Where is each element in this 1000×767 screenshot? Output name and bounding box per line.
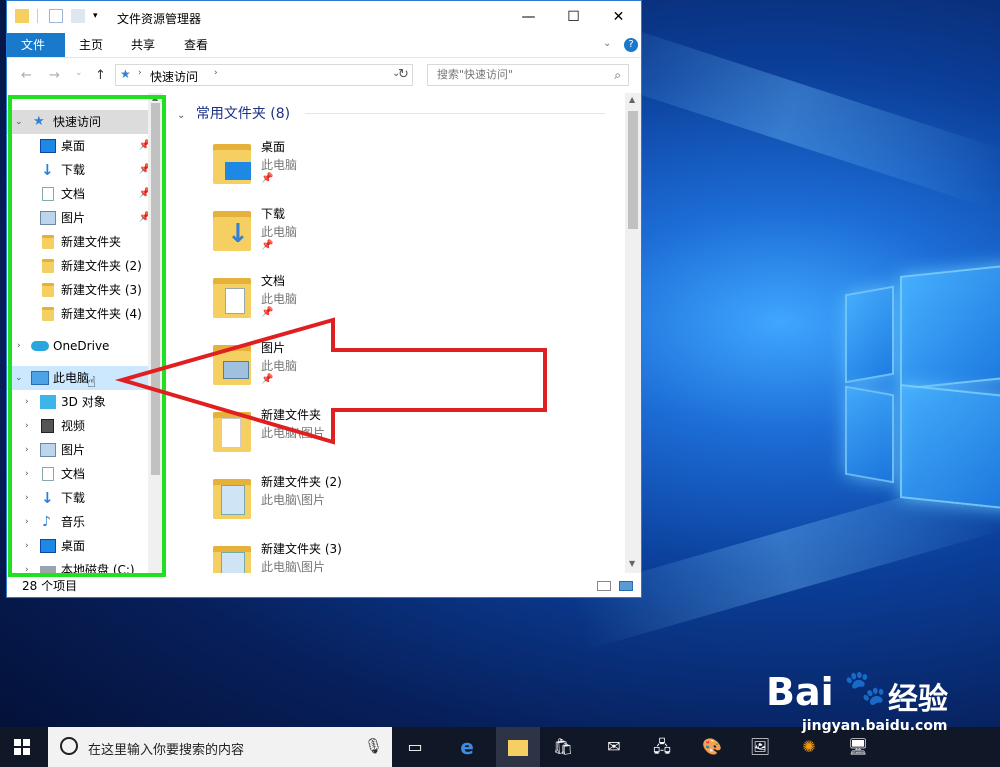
taskbar-search-text: 在这里输入你要搜索的内容: [88, 743, 245, 758]
game-icon[interactable]: ✺: [797, 735, 821, 759]
watermark-brand2: 经验: [888, 682, 948, 717]
windows-start-icon[interactable]: [14, 739, 30, 755]
mail-icon[interactable]: ✉: [602, 735, 626, 759]
watermark-brand: Bai: [766, 670, 834, 714]
cortana-circle-icon: [60, 737, 78, 755]
annotation-arrow: [114, 317, 547, 445]
presentation-icon[interactable]: 🖼: [748, 735, 772, 759]
paw-logo-icon: 🐾: [844, 668, 887, 708]
microphone-icon[interactable]: 🎙: [364, 737, 383, 755]
watermark-url: jingyan.baidu.com: [802, 718, 948, 734]
network-app-icon[interactable]: 🖧: [650, 735, 674, 759]
paint-icon[interactable]: 🎨: [700, 735, 724, 759]
red-arrow-icon: [114, 317, 547, 445]
file-explorer-taskbar-icon[interactable]: [496, 727, 540, 767]
taskbar-search-box[interactable]: 在这里输入你要搜索的内容 🎙: [48, 727, 392, 767]
remote-desktop-icon[interactable]: 🖥: [846, 735, 870, 759]
edge-browser-icon[interactable]: e: [455, 735, 479, 759]
task-view-icon[interactable]: ▭: [403, 735, 427, 759]
baidu-watermark: Bai 🐾 经验 jingyan.baidu.com: [760, 660, 990, 734]
store-icon[interactable]: 🛍: [551, 735, 575, 759]
